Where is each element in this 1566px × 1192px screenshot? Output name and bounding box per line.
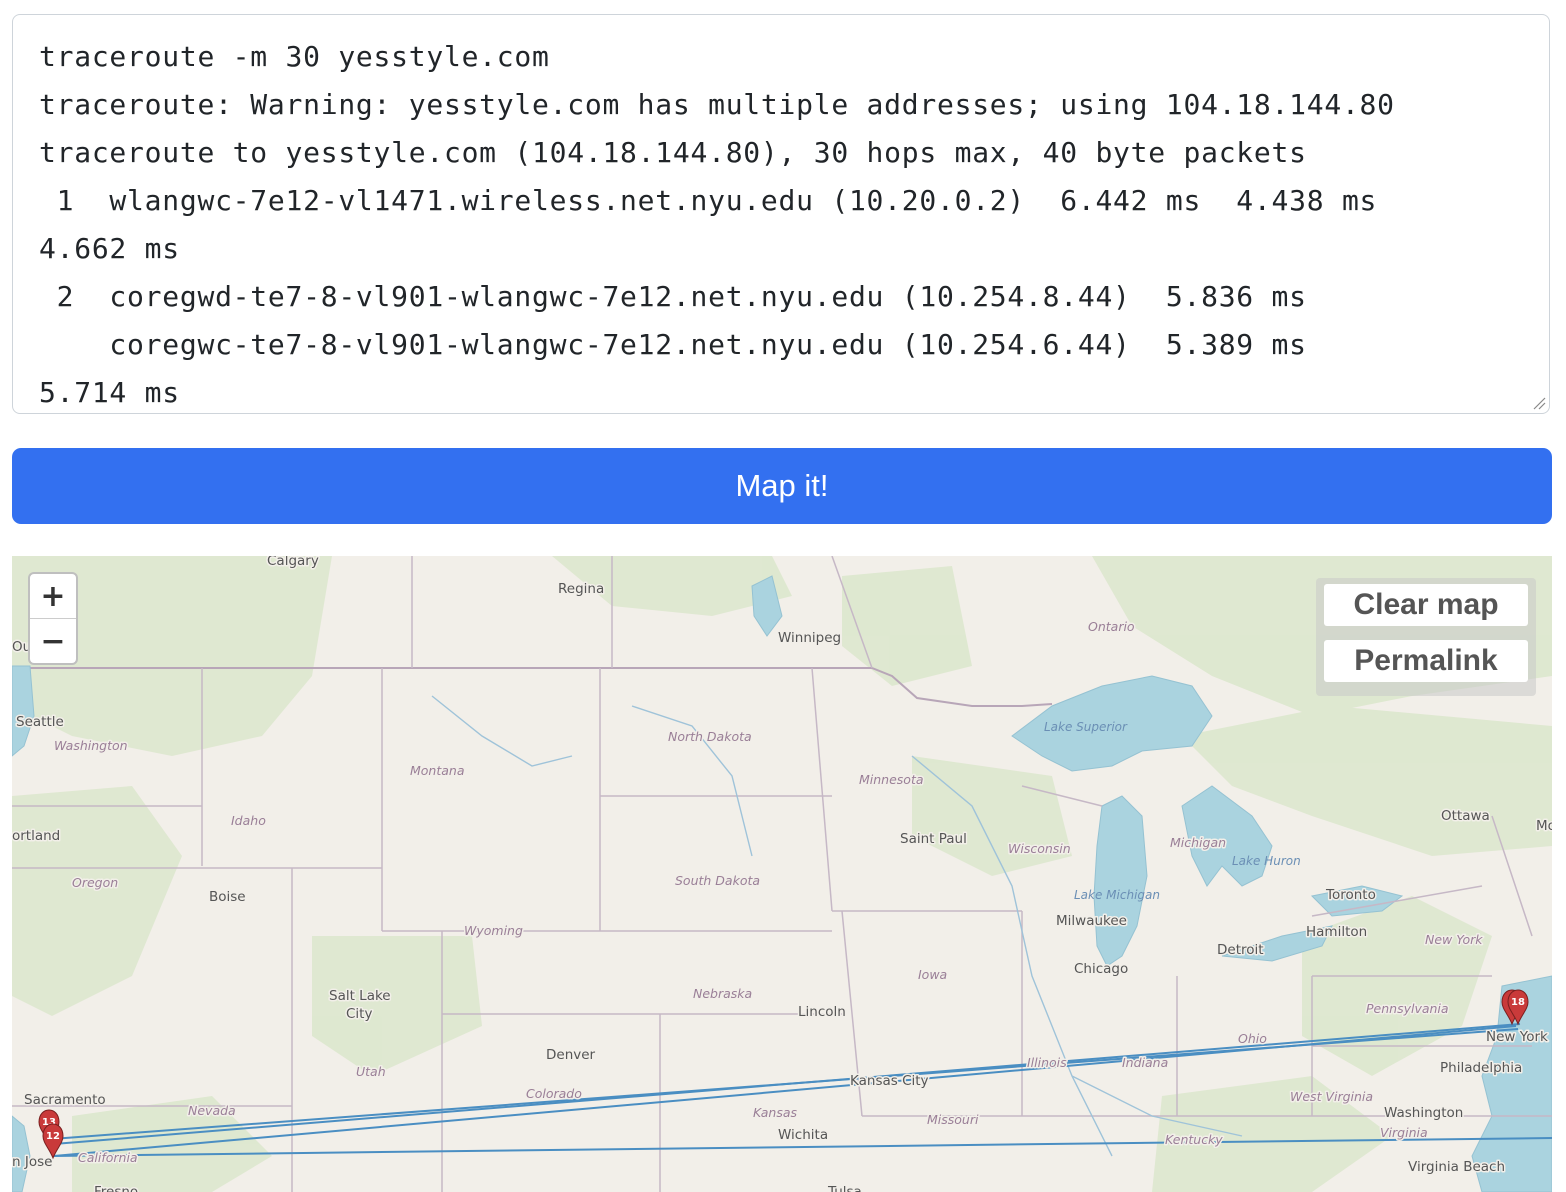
city-label: Lincoln <box>798 1004 846 1020</box>
city-label: Toronto <box>1325 887 1376 903</box>
traceroute-line: 4.662 ms <box>39 232 180 265</box>
state-label: West Virginia <box>1290 1089 1373 1104</box>
city-label: New York <box>1486 1029 1548 1045</box>
state-label: Indiana <box>1122 1055 1168 1070</box>
traceroute-line: 5.714 ms <box>39 376 180 409</box>
traceroute-line: 1 wlangwc-7e12-vl1471.wireless.net.nyu.e… <box>39 184 1378 217</box>
city-label: Fresno <box>94 1184 138 1192</box>
state-label: Ohio <box>1238 1031 1267 1046</box>
city-label: Philadelphia <box>1440 1060 1522 1076</box>
state-label: Missouri <box>927 1112 979 1127</box>
traceroute-textarea[interactable]: traceroute -m 30 yesstyle.com traceroute… <box>12 14 1550 414</box>
state-label: Minnesota <box>859 772 924 787</box>
city-label: Detroit <box>1217 942 1264 958</box>
clear-map-button[interactable]: Clear map <box>1324 584 1528 626</box>
traceroute-line: traceroute: Warning: yesstyle.com has mu… <box>39 88 1395 121</box>
zoom-in-button[interactable]: + <box>30 574 76 618</box>
city-label: Saint Paul <box>900 831 967 847</box>
city-label: Boise <box>209 889 246 905</box>
city-label: Chicago <box>1074 961 1128 977</box>
city-label: Washington <box>1384 1105 1463 1121</box>
traceroute-line: traceroute -m 30 yesstyle.com <box>39 40 550 73</box>
state-label: Nebraska <box>693 986 752 1001</box>
state-label: Colorado <box>526 1086 582 1101</box>
water-label: Lake Michigan <box>1074 888 1160 902</box>
hop-marker: 12 <box>42 1123 64 1160</box>
resize-grip-icon[interactable] <box>1532 396 1546 410</box>
state-label: Wisconsin <box>1008 841 1071 856</box>
state-label: Oregon <box>72 875 118 890</box>
city-label: Seattle <box>16 714 64 730</box>
zoom-out-button[interactable]: − <box>30 618 76 663</box>
state-label: Washington <box>54 738 128 753</box>
permalink-button[interactable]: Permalink <box>1324 640 1528 682</box>
traceroute-line: traceroute to yesstyle.com (104.18.144.8… <box>39 136 1307 169</box>
zoom-control: + − <box>28 572 78 665</box>
state-label: Pennsylvania <box>1366 1001 1449 1016</box>
city-label: Tulsa <box>827 1184 862 1192</box>
city-label: Sacramento <box>24 1092 106 1108</box>
city-label: Mo <box>1536 818 1552 834</box>
map-it-button[interactable]: Map it! <box>12 448 1552 524</box>
state-label: South Dakota <box>675 873 760 888</box>
city-label: City <box>346 1006 372 1022</box>
state-label: Nevada <box>188 1103 236 1118</box>
city-label: Winnipeg <box>778 630 841 646</box>
state-label: Idaho <box>231 813 266 828</box>
state-label: Montana <box>410 763 465 778</box>
city-label: ortland <box>12 828 60 844</box>
city-label: Denver <box>546 1047 596 1063</box>
state-label: Illinois <box>1027 1055 1067 1070</box>
state-label: New York <box>1425 932 1483 947</box>
state-label: Ontario <box>1088 619 1135 634</box>
state-label: North Dakota <box>668 729 752 744</box>
traceroute-line: 2 coregwd-te7-8-vl901-wlangwc-7e12.net.n… <box>39 280 1307 313</box>
state-label: Michigan <box>1170 835 1226 850</box>
state-label: Iowa <box>918 967 947 982</box>
svg-text:18: 18 <box>1511 997 1525 1008</box>
city-label: Hamilton <box>1306 924 1367 940</box>
state-label: Virginia <box>1380 1125 1428 1140</box>
route-map[interactable]: Washington Montana North Dakota Minnesot… <box>12 556 1552 1192</box>
state-label: Utah <box>356 1064 386 1079</box>
city-label: Wichita <box>778 1127 828 1143</box>
svg-text:12: 12 <box>46 1131 60 1142</box>
city-label: n Jose <box>12 1154 52 1170</box>
city-label: Ottawa <box>1441 808 1490 824</box>
state-label: Kentucky <box>1165 1132 1223 1147</box>
map-controls-panel: Clear map Permalink <box>1316 578 1536 696</box>
city-label: Virginia Beach <box>1408 1159 1505 1175</box>
city-label: Calgary <box>267 556 319 569</box>
state-label: Wyoming <box>464 923 523 938</box>
city-label: Regina <box>558 581 604 597</box>
city-label: Kansas City <box>850 1073 929 1089</box>
state-label: California <box>78 1150 138 1165</box>
city-label: Salt Lake <box>329 988 391 1004</box>
city-label: Milwaukee <box>1056 913 1127 929</box>
water-label: Lake Huron <box>1232 854 1301 868</box>
water-label: Lake Superior <box>1044 720 1128 734</box>
state-label: Kansas <box>753 1105 798 1120</box>
traceroute-line: coregwc-te7-8-vl901-wlangwc-7e12.net.nyu… <box>39 328 1307 361</box>
